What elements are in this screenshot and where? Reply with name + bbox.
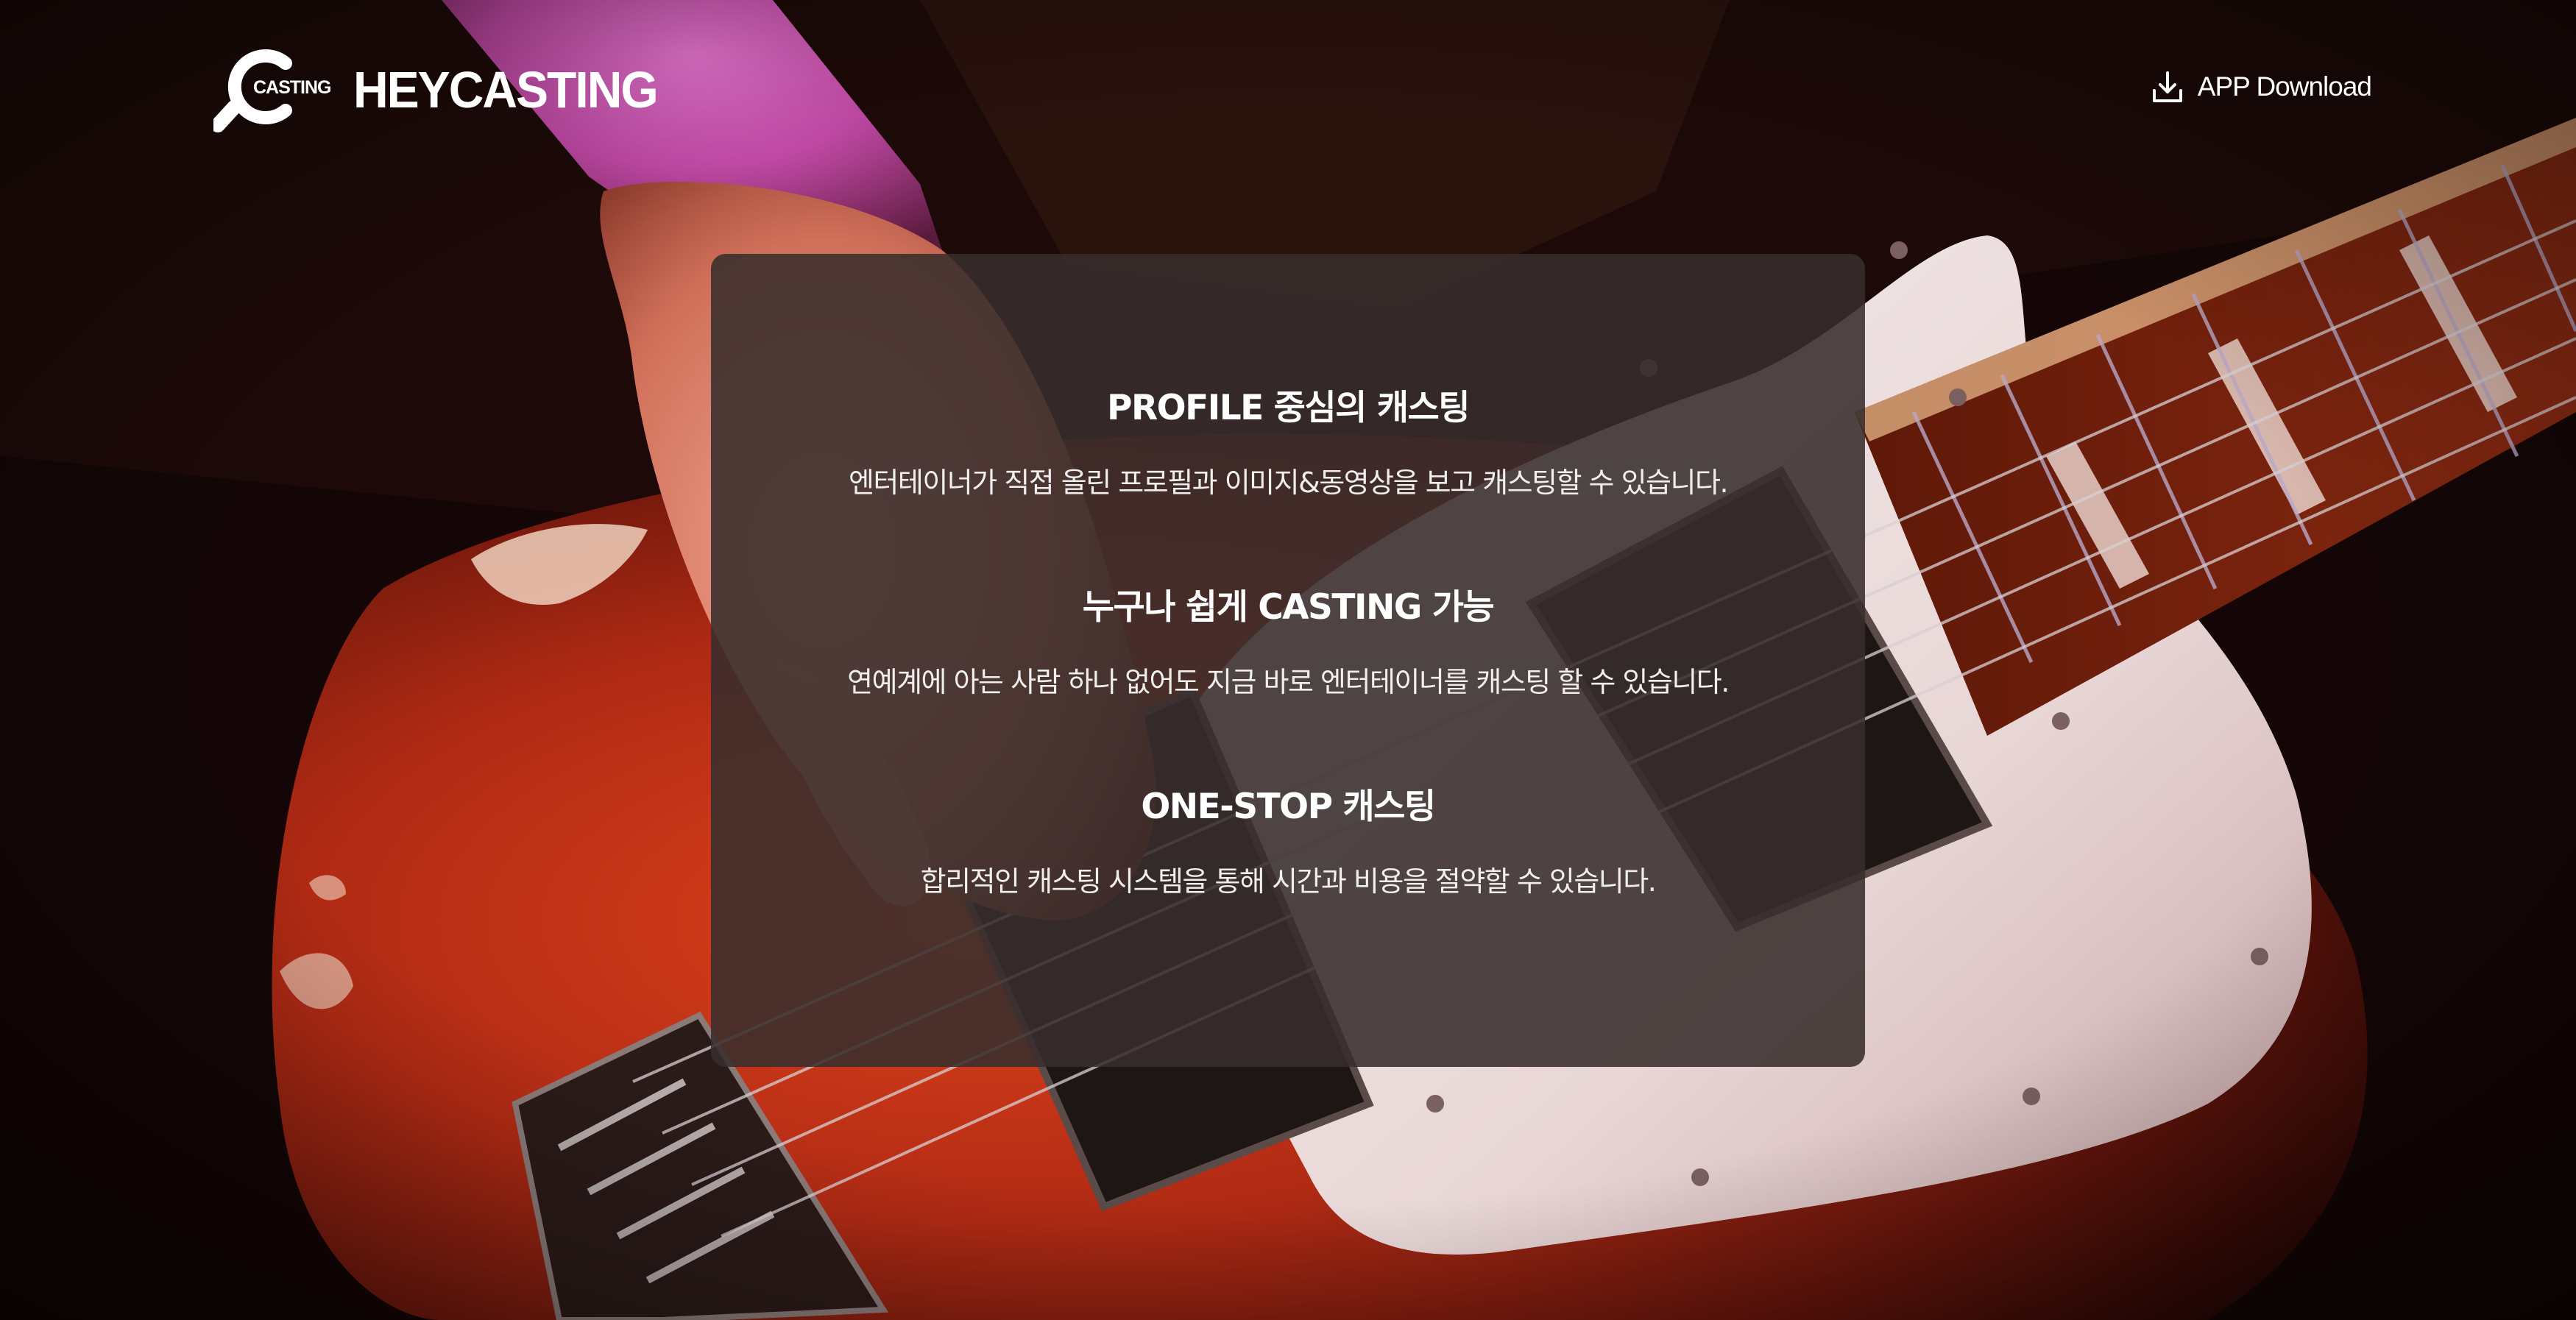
feature-title: ONE-STOP 캐스팅 bbox=[1141, 787, 1436, 827]
app-download-button[interactable]: APP Download bbox=[2151, 66, 2372, 107]
feature-title: 누구나 쉽게 CASTING 가능 bbox=[1082, 587, 1495, 628]
feature-description: 합리적인 캐스팅 시스템을 통해 시간과 비용을 절약할 수 있습니다. bbox=[920, 865, 1657, 898]
feature-item: ONE-STOP 캐스팅 합리적인 캐스팅 시스템을 통해 시간과 비용을 절약… bbox=[711, 785, 1865, 900]
feature-description: 엔터테이너가 직접 올린 프로필과 이미지&동영상을 보고 캐스팅할 수 있습니… bbox=[848, 466, 1729, 499]
feature-panel: PROFILE 중심의 캐스팅 엔터테이너가 직접 올린 프로필과 이미지&동영… bbox=[711, 254, 1865, 1067]
site-header: CASTING HEYCASTING APP Download bbox=[0, 0, 2576, 169]
logo-mark: CASTING bbox=[213, 46, 331, 134]
feature-description: 연예계에 아는 사람 하나 없어도 지금 바로 엔터테이너를 캐스팅 할 수 있… bbox=[847, 666, 1730, 698]
feature-title: PROFILE 중심의 캐스팅 bbox=[1107, 388, 1470, 428]
logo-mark-text: CASTING bbox=[253, 77, 331, 98]
download-icon bbox=[2151, 70, 2184, 104]
feature-item: 누구나 쉽게 CASTING 가능 연예계에 아는 사람 하나 없어도 지금 바… bbox=[711, 586, 1865, 700]
feature-item: PROFILE 중심의 캐스팅 엔터테이너가 직접 올린 프로필과 이미지&동영… bbox=[711, 386, 1865, 501]
logo-link[interactable]: CASTING HEYCASTING bbox=[213, 46, 659, 134]
app-download-label: APP Download bbox=[2197, 71, 2372, 102]
logo-wordmark: HEYCASTING bbox=[353, 61, 659, 118]
